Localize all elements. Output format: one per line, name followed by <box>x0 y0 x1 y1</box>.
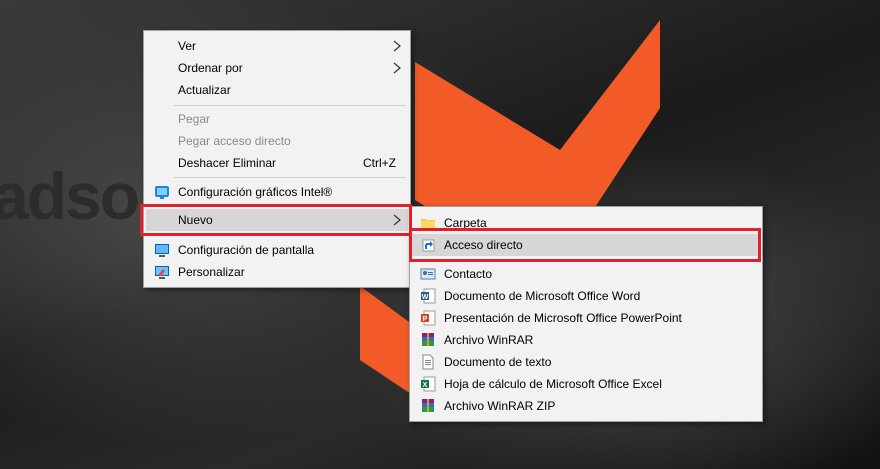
submenu-item-label: Contacto <box>444 267 493 281</box>
intel-graphics-icon <box>155 186 169 199</box>
word-icon: W <box>421 288 436 304</box>
submenu-item-excel[interactable]: X Hoja de cálculo de Microsoft Office Ex… <box>412 373 760 395</box>
shortcut-label: Ctrl+Z <box>363 156 396 170</box>
menu-separator <box>174 105 406 106</box>
svg-text:P: P <box>423 316 428 323</box>
menu-separator <box>174 177 406 178</box>
text-document-icon <box>422 354 434 370</box>
highlight-box-nuevo <box>140 204 412 236</box>
svg-text:W: W <box>422 294 429 301</box>
menu-item-label: Configuración de pantalla <box>178 243 315 257</box>
submenu-item-winrar-zip[interactable]: Archivo WinRAR ZIP <box>412 395 760 417</box>
submenu-item-winrar[interactable]: Archivo WinRAR <box>412 329 760 351</box>
excel-icon: X <box>421 376 436 392</box>
submenu-item-label: Hoja de cálculo de Microsoft Office Exce… <box>444 377 662 391</box>
menu-item-label: Ordenar por <box>178 61 243 75</box>
winrar-icon <box>422 333 434 346</box>
submenu-item-label: Documento de texto <box>444 355 552 369</box>
submenu-item-label: Archivo WinRAR ZIP <box>444 399 556 413</box>
chevron-right-icon <box>393 40 401 52</box>
menu-item-label: Actualizar <box>178 83 231 97</box>
menu-item-ver[interactable]: Ver <box>146 35 408 57</box>
winrar-zip-icon <box>422 399 434 412</box>
menu-item-pegar: Pegar <box>146 108 408 130</box>
menu-item-deshacer-eliminar[interactable]: Deshacer Eliminar Ctrl+Z <box>146 152 408 174</box>
menu-item-personalizar[interactable]: Personalizar <box>146 261 408 283</box>
submenu-item-contacto[interactable]: Contacto <box>412 263 760 285</box>
desktop-context-menu: Ver Ordenar por Actualizar Pegar Pegar a… <box>143 30 411 288</box>
svg-text:X: X <box>423 382 428 389</box>
submenu-item-label: Archivo WinRAR <box>444 333 534 347</box>
submenu-item-label: Presentación de Microsoft Office PowerPo… <box>444 311 682 325</box>
chevron-right-icon <box>393 62 401 74</box>
highlight-box-acceso-directo <box>409 228 761 262</box>
menu-item-actualizar[interactable]: Actualizar <box>146 79 408 101</box>
submenu-item-powerpoint[interactable]: P Presentación de Microsoft Office Power… <box>412 307 760 329</box>
menu-item-label: Pegar acceso directo <box>178 134 291 148</box>
menu-item-intel-graphics[interactable]: Configuración gráficos Intel® <box>146 181 408 203</box>
submenu-item-word[interactable]: W Documento de Microsoft Office Word <box>412 285 760 307</box>
contact-icon <box>420 268 436 280</box>
menu-item-label: Configuración gráficos Intel® <box>178 185 333 199</box>
powerpoint-icon: P <box>421 310 436 326</box>
submenu-item-documento-texto[interactable]: Documento de texto <box>412 351 760 373</box>
menu-item-label: Deshacer Eliminar <box>178 156 277 170</box>
menu-item-label: Ver <box>178 39 197 53</box>
menu-item-pegar-acceso-directo: Pegar acceso directo <box>146 130 408 152</box>
personalize-icon <box>155 266 169 279</box>
submenu-item-label: Documento de Microsoft Office Word <box>444 289 641 303</box>
menu-item-label: Personalizar <box>178 265 245 279</box>
display-settings-icon <box>155 244 169 257</box>
menu-item-configuracion-pantalla[interactable]: Configuración de pantalla <box>146 239 408 261</box>
menu-item-ordenar-por[interactable]: Ordenar por <box>146 57 408 79</box>
menu-item-label: Pegar <box>178 112 211 126</box>
